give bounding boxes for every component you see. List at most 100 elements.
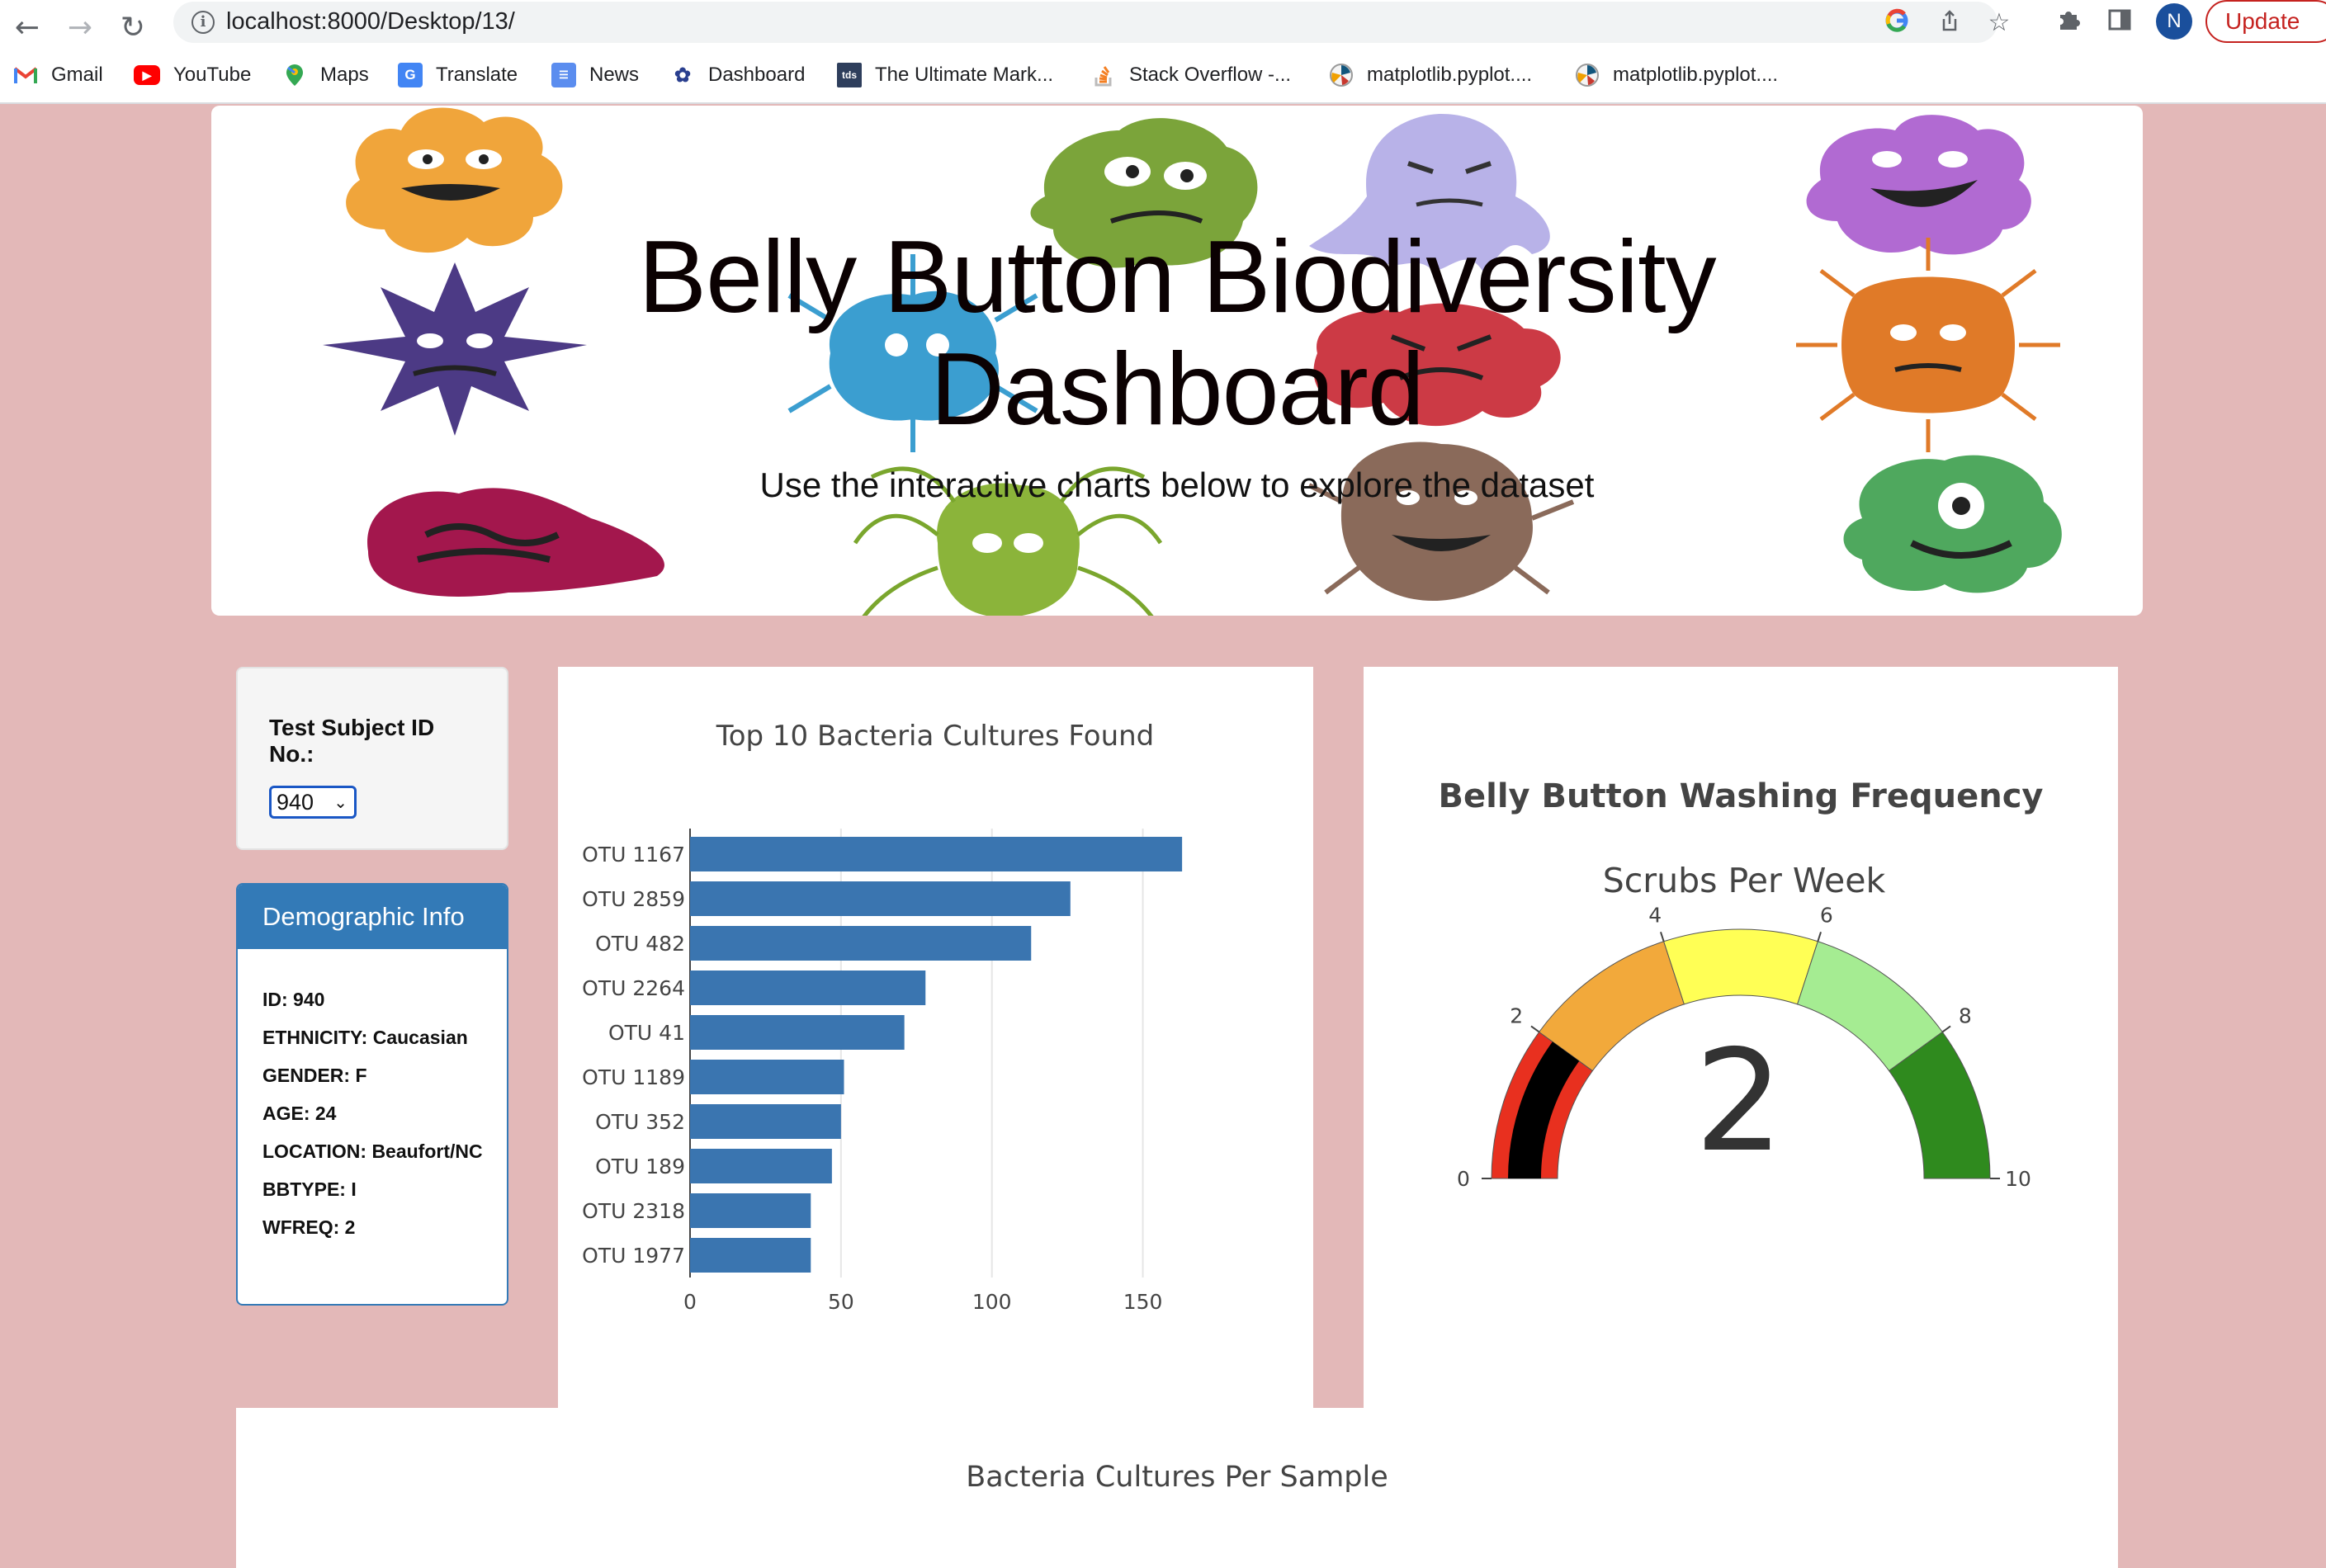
gauge-tick	[1817, 932, 1822, 942]
bookmark-gmail[interactable]: Gmail	[13, 59, 103, 91]
bookmark-star-icon[interactable]: ☆	[1984, 8, 2014, 38]
demographic-info-list: ID: 940 ETHNICITY: Caucasian GENDER: F A…	[262, 989, 502, 1254]
demographic-item: WFREQ: 2	[262, 1216, 356, 1238]
gauge-chart[interactable]: Belly Button Washing Frequency Scrubs Pe…	[1364, 667, 2118, 1408]
gauge-tick	[1941, 1025, 1951, 1033]
browser-toolbar: ← → ↻ i localhost:8000/Desktop/13/ ☆ N U…	[0, 0, 2326, 104]
bookmark-label: The Ultimate Mark...	[875, 64, 1054, 86]
bookmarks-bar: Gmail ▶ YouTube Maps G Translate ☰ News …	[0, 56, 2326, 94]
profile-avatar[interactable]: N	[2156, 3, 2192, 40]
page-title: Belly Button Biodiversity Dashboard	[211, 221, 2143, 446]
side-panel-icon[interactable]	[2103, 7, 2136, 40]
bookmark-label: matplotlib.pyplot....	[1367, 64, 1533, 86]
demographic-item: ID: 940	[262, 989, 325, 1010]
address-bar[interactable]: i localhost:8000/Desktop/13/ ☆	[173, 2, 2010, 43]
bar-chart-bar[interactable]	[690, 881, 1071, 916]
demographic-item: AGE: 24	[262, 1103, 337, 1124]
bookmark-youtube[interactable]: ▶ YouTube	[134, 59, 251, 91]
bookmark-translate[interactable]: G Translate	[398, 59, 518, 91]
gauge-chart-subtitle: Scrubs Per Week	[1603, 861, 1886, 900]
gauge-value-number: 2	[1695, 1020, 1784, 1183]
gauge-tick-label: 0	[1457, 1167, 1470, 1191]
bar-chart-x-tick-label: 150	[1123, 1290, 1163, 1314]
bookmark-label: Dashboard	[708, 64, 806, 86]
dashboard-icon: ✿	[674, 64, 692, 87]
bar-chart-bar[interactable]	[690, 1104, 841, 1139]
bar-chart[interactable]: Top 10 Bacteria Cultures Found OTU 1167O…	[558, 667, 1313, 1408]
bar-chart-y-tick-label: OTU 482	[595, 932, 685, 956]
back-arrow-icon[interactable]: ←	[7, 7, 48, 48]
bar-chart-y-tick-label: OTU 189	[595, 1155, 685, 1178]
bar-chart-y-labels: OTU 1167 OTU 2859 OTU 482 OTU 2264 OTU 41 OTU…	[582, 843, 685, 1268]
bar-chart-card: Top 10 Bacteria Cultures Found OTU 1167 O…	[558, 667, 1313, 1408]
bookmark-stackoverflow[interactable]: Stack Overflow -...	[1091, 59, 1291, 91]
chevron-down-icon: ⌄	[333, 792, 347, 812]
extensions-icon[interactable]	[2052, 7, 2085, 40]
bookmark-label: Stack Overflow -...	[1129, 64, 1292, 86]
bar-chart-bar[interactable]	[690, 926, 1032, 961]
bar-chart-bar[interactable]	[690, 1015, 905, 1050]
bar-chart-y-tick-label: OTU 1189	[582, 1065, 685, 1089]
bookmark-label: Maps	[320, 64, 369, 86]
bar-chart-y-tick-label: OTU 2859	[582, 887, 685, 911]
translate-icon: G	[398, 63, 423, 87]
page-title-line-1: Belly Button Biodiversity	[638, 220, 1716, 334]
bookmark-tds[interactable]: tds The Ultimate Mark...	[837, 59, 1053, 91]
bar-chart-y-tick-label: OTU 2264	[582, 976, 685, 1000]
bookmark-dashboard[interactable]: ✿ Dashboard	[670, 59, 805, 91]
bar-chart-x-tick-label: 0	[683, 1290, 697, 1314]
share-icon[interactable]	[1935, 8, 1964, 38]
demographic-info-panel: Demographic Info ID: 940 ETHNICITY: Cauc…	[236, 883, 508, 1306]
stackoverflow-icon	[1091, 63, 1116, 87]
gauge-tick	[1530, 1025, 1540, 1033]
address-url[interactable]: localhost:8000/Desktop/13/	[226, 8, 515, 35]
bar-chart-bar[interactable]	[690, 837, 1183, 871]
gauge-tick-label: 10	[2005, 1167, 2031, 1191]
bar-chart-y-tick-label: OTU 352	[595, 1110, 685, 1134]
bookmark-label: Gmail	[51, 64, 103, 86]
gauge-chart-title: Belly Button Washing Frequency	[1439, 777, 2044, 815]
subject-id-value: 940	[277, 790, 314, 815]
youtube-icon: ▶	[134, 65, 160, 85]
bubble-chart-title: Bacteria Cultures Per Sample	[966, 1461, 1388, 1494]
bar-chart-x-tick-label: 100	[972, 1290, 1012, 1314]
bar-chart-y-tick-label: OTU 1167	[582, 843, 685, 867]
gauge-tick-label: 6	[1820, 903, 1833, 927]
maps-icon	[282, 63, 307, 87]
google-icon[interactable]	[1882, 8, 1912, 38]
site-info-icon[interactable]: i	[191, 11, 215, 34]
gauge-band	[1663, 928, 1818, 1005]
reload-icon[interactable]: ↻	[112, 7, 154, 48]
matplotlib-icon	[1575, 63, 1600, 87]
gauge-tick-label: 8	[1959, 1004, 1972, 1028]
bookmark-label: Translate	[436, 64, 518, 86]
bubble-chart-card: Bacteria Cultures Per Sample	[236, 1408, 2118, 1568]
bar-chart-bar[interactable]	[690, 1238, 811, 1273]
subject-id-dropdown[interactable]: 940 ⌄	[269, 786, 357, 819]
forward-arrow-icon[interactable]: →	[59, 7, 101, 48]
bookmark-label: matplotlib.pyplot....	[1613, 64, 1779, 86]
bookmark-matplotlib-2[interactable]: matplotlib.pyplot....	[1575, 59, 1778, 91]
bar-chart-x-labels: 0 50 100 150	[683, 1290, 1162, 1314]
update-button[interactable]: Update	[2205, 0, 2326, 43]
bookmark-maps[interactable]: Maps	[282, 59, 369, 91]
demographic-info-heading: Demographic Info	[238, 885, 507, 949]
matplotlib-icon	[1329, 63, 1354, 87]
news-icon: ☰	[551, 63, 576, 87]
subject-selector-panel: Test Subject ID No.: 940 ⌄	[236, 667, 508, 850]
bar-chart-bar[interactable]	[690, 971, 926, 1005]
bar-chart-bar[interactable]	[690, 1193, 811, 1228]
gmail-icon	[13, 63, 38, 87]
gauge-tick	[1660, 932, 1665, 942]
bookmark-matplotlib-1[interactable]: matplotlib.pyplot....	[1329, 59, 1532, 91]
bookmark-news[interactable]: ☰ News	[551, 59, 639, 91]
gauge-tick-label: 2	[1510, 1004, 1523, 1028]
bookmark-label: YouTube	[173, 64, 252, 86]
demographic-item: GENDER: F	[262, 1065, 367, 1086]
demographic-item: ETHNICITY: Caucasian	[262, 1027, 468, 1048]
bar-chart-bar[interactable]	[690, 1149, 832, 1183]
bar-chart-bar[interactable]	[690, 1060, 844, 1094]
bar-chart-x-tick-label: 50	[828, 1290, 854, 1314]
bar-chart-y-tick-label: OTU 41	[608, 1021, 685, 1045]
demographic-item: BBTYPE: I	[262, 1178, 357, 1200]
